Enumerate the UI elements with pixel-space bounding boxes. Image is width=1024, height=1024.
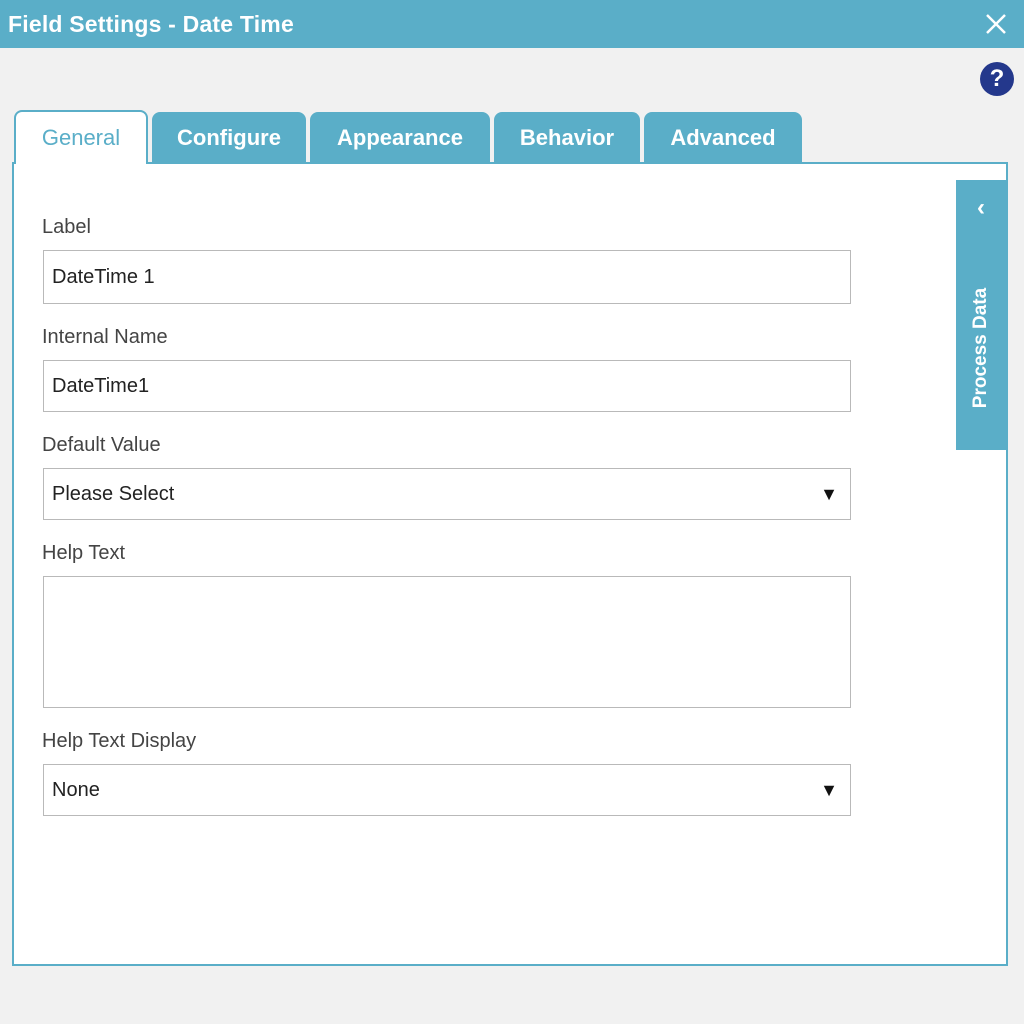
title-bar: Field Settings - Date Time bbox=[0, 0, 1024, 48]
internal-name-input[interactable]: DateTime1 bbox=[43, 360, 851, 412]
general-tab-panel: Label DateTime 1 Internal Name DateTime1… bbox=[12, 162, 1008, 966]
default-value-select[interactable]: Please Select ▼ bbox=[43, 468, 851, 520]
tab-label: Appearance bbox=[337, 125, 463, 150]
help-text-display-field-label: Help Text Display bbox=[42, 730, 197, 752]
tab-bar: General Configure Appearance Behavior Ad… bbox=[14, 110, 806, 164]
tab-behavior[interactable]: Behavior bbox=[494, 112, 640, 164]
tab-configure[interactable]: Configure bbox=[152, 112, 306, 164]
tab-label: Advanced bbox=[670, 125, 776, 150]
help-icon: ? bbox=[989, 65, 1005, 92]
process-data-label: Process Data bbox=[970, 287, 991, 409]
help-text-field-label: Help Text bbox=[42, 542, 126, 564]
help-button[interactable]: ? bbox=[980, 62, 1014, 96]
dropdown-arrow-icon: ▼ bbox=[820, 483, 838, 504]
internal-name-field-label: Internal Name bbox=[42, 326, 168, 348]
label-input-value: DateTime 1 bbox=[52, 265, 155, 288]
default-value-selected: Please Select bbox=[52, 482, 175, 505]
help-text-textarea[interactable] bbox=[43, 576, 851, 708]
label-field-label: Label bbox=[42, 216, 91, 238]
help-text-display-selected: None bbox=[52, 778, 100, 801]
tab-label: General bbox=[41, 125, 121, 150]
tab-label: Configure bbox=[177, 125, 281, 150]
dropdown-arrow-icon: ▼ bbox=[820, 779, 838, 800]
help-text-display-select[interactable]: None ▼ bbox=[43, 764, 851, 816]
tab-advanced[interactable]: Advanced bbox=[644, 112, 802, 164]
tab-appearance[interactable]: Appearance bbox=[310, 112, 490, 164]
close-button[interactable] bbox=[976, 4, 1016, 44]
tab-general[interactable]: General bbox=[14, 110, 148, 164]
label-input[interactable]: DateTime 1 bbox=[43, 250, 851, 304]
default-value-field-label: Default Value bbox=[42, 434, 161, 456]
tab-label: Behavior bbox=[519, 125, 615, 150]
chevron-left-icon: ‹ bbox=[977, 194, 985, 221]
dialog-title: Field Settings - Date Time bbox=[8, 10, 294, 37]
internal-name-input-value: DateTime1 bbox=[52, 374, 150, 397]
process-data-tab[interactable]: ‹ Process Data bbox=[956, 180, 1006, 450]
close-icon bbox=[986, 14, 1006, 34]
